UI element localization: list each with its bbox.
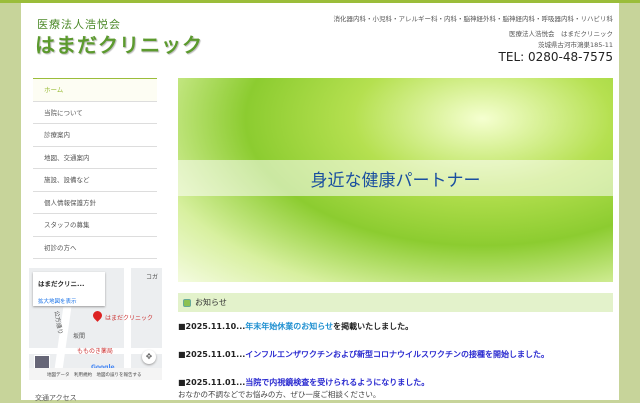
nav-first-visit[interactable]: 初診の方へ: [33, 237, 157, 259]
nav-recruit[interactable]: スタッフの募集: [33, 214, 157, 237]
access-heading: 交通アクセス: [35, 394, 77, 402]
map-data: 地図データ: [47, 373, 70, 378]
nav-facilities[interactable]: 施設、設備など: [33, 169, 157, 192]
map-label: コガ: [145, 274, 158, 281]
corp-info: 医療法人浩悦会 はまだクリニック 茨城県古河市鴻巣185-11: [509, 29, 613, 51]
map-title: はまだクリニ...: [38, 280, 85, 288]
map-pin-icon[interactable]: [91, 309, 104, 322]
news-item: ■2025.11.01...当院で内視鏡検査を受けられるようになりました。: [178, 377, 429, 388]
news-link[interactable]: 当院で内視鏡検査を受けられるようになりました。: [245, 378, 429, 387]
corp-full: 医療法人浩悦会 はまだクリニック: [509, 30, 613, 38]
nav-about[interactable]: 当院について: [33, 102, 157, 124]
news-link[interactable]: 年末年始休業のお知らせ: [245, 322, 333, 331]
map-terms[interactable]: 利用規約: [74, 373, 92, 378]
map-footer: 地図データ 利用規約 地図の誤りを報告する: [29, 368, 162, 380]
page: 医療法人浩悦会 はまだクリニック 消化器内科・小児科・アレルギー科・内科・脳神経…: [21, 3, 619, 402]
news-link[interactable]: インフルエンザワクチンおよび新型コロナウイルスワクチンの接種を開始しました。: [245, 350, 549, 359]
map-pan-control-icon[interactable]: ✥: [142, 350, 156, 364]
news-date: ■2025.11.01...: [178, 350, 246, 359]
map-info-card: はまだクリニ... 拡大地図を表示: [33, 272, 105, 306]
phone: TEL: 0280-48-7575: [498, 50, 613, 64]
map-pharmacy-label: もものき薬局: [77, 348, 113, 355]
news-item: ■2025.11.10...年末年始休業のお知らせを掲載いたしました。: [178, 321, 413, 332]
map-pin-label: はまだクリニック: [105, 315, 154, 322]
clinic-logo[interactable]: はまだクリニック: [35, 29, 203, 58]
nav-map[interactable]: 地図、交通案内: [33, 147, 157, 169]
hero-banner: 身近な健康パートナー: [178, 78, 613, 282]
news-heading-text: お知らせ: [195, 298, 227, 307]
news-date: ■2025.11.01...: [178, 378, 246, 387]
sidebar-nav: ホーム 当院について 診療案内 地図、交通案内 施設、設備など 個人情報保護方針…: [33, 78, 157, 259]
map-place-label: 坂間: [73, 333, 86, 340]
map-report[interactable]: 地図の誤りを報告する: [97, 373, 142, 378]
news-note: おなかの不調などでお悩みの方、ぜひ一度ご相談ください。: [178, 390, 381, 399]
map-enlarge-link[interactable]: 拡大地図を表示: [38, 299, 77, 305]
news-icon: [183, 298, 191, 307]
nav-home[interactable]: ホーム: [33, 79, 157, 102]
map-embed[interactable]: はまだクリニ... 拡大地図を表示 コガ はまだクリニック 公方通り 坂間 ももの…: [29, 268, 162, 380]
news-suffix: を掲載いたしました。: [333, 322, 414, 331]
news-date: ■2025.11.10...: [178, 322, 246, 331]
nav-services[interactable]: 診療案内: [33, 124, 157, 147]
nav-privacy[interactable]: 個人情報保護方針: [33, 192, 157, 214]
departments: 消化器内科・小児科・アレルギー科・内科・脳神経外科・脳神経内科・呼吸器内科・リハ…: [333, 15, 614, 23]
hero-title: 身近な健康パートナー: [310, 171, 481, 191]
news-heading: お知らせ: [178, 293, 613, 312]
news-item: ■2025.11.01...インフルエンザワクチンおよび新型コロナウイルスワクチ…: [178, 349, 549, 360]
